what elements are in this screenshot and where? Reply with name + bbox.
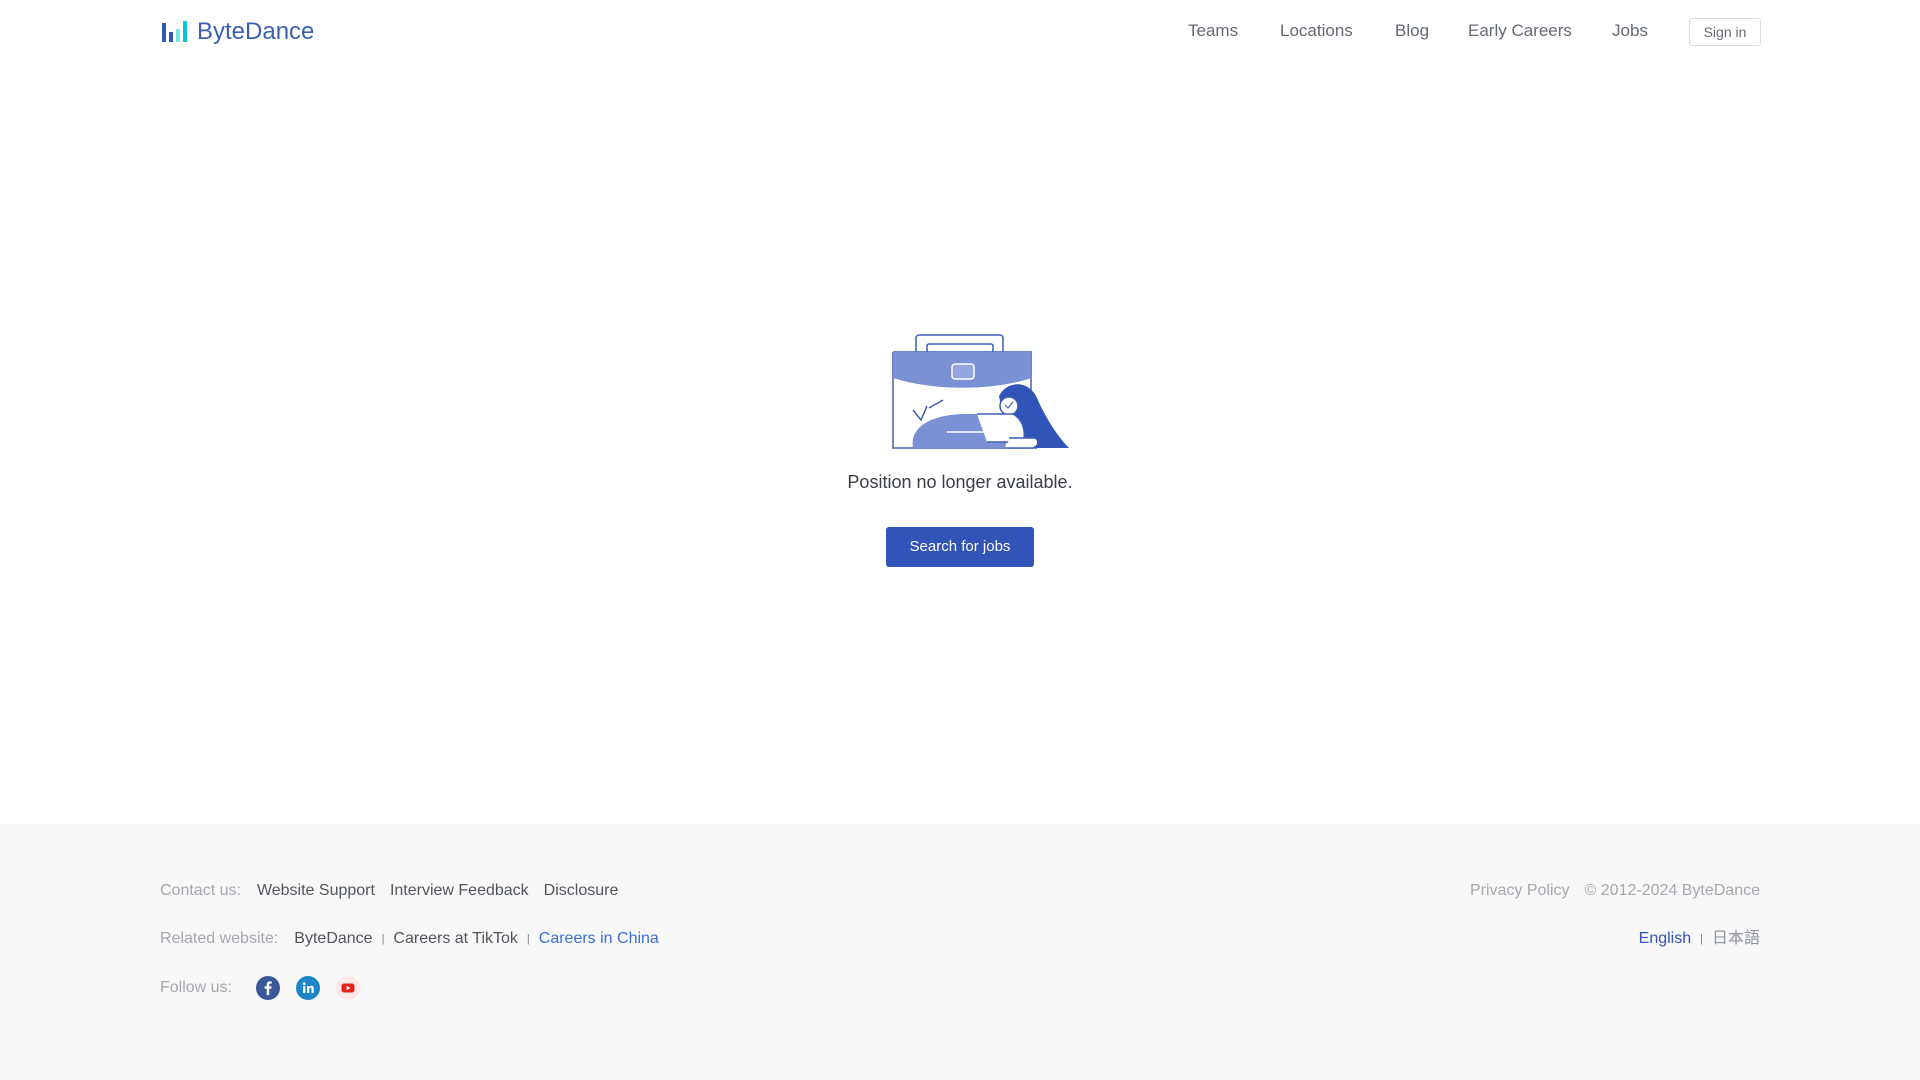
nav-item-blog[interactable]: Blog (1395, 19, 1429, 43)
related-website-label: Related website: (160, 930, 279, 947)
follow-us-label: Follow us: (160, 979, 233, 996)
website-support-link[interactable]: Website Support (257, 880, 375, 902)
separator: | (381, 933, 385, 945)
nav-item-early-careers[interactable]: Early Careers (1468, 19, 1572, 43)
youtube-glyph (341, 983, 355, 993)
contact-label: Contact us: (160, 882, 241, 899)
search-for-jobs-button[interactable]: Search for jobs (886, 527, 1034, 567)
separator: | (526, 933, 530, 945)
nav-item-jobs[interactable]: Jobs (1612, 19, 1648, 43)
youtube-icon[interactable] (336, 976, 361, 1000)
language-english[interactable]: English (1639, 928, 1691, 950)
disclosure-link[interactable]: Disclosure (544, 880, 619, 902)
related-website-row: Related website: ByteDance | Careers at … (160, 928, 659, 950)
facebook-glyph (264, 981, 272, 995)
site-header: ByteDance Teams Locations Blog Early Car… (0, 0, 1920, 64)
empty-briefcase-illustration (892, 334, 1069, 449)
contact-row: Contact us: Website Support Interview Fe… (160, 880, 618, 902)
careers-at-tiktok-link[interactable]: Careers at TikTok (393, 928, 517, 950)
careers-in-china-link[interactable]: Careers in China (539, 928, 659, 950)
facebook-icon[interactable] (256, 976, 281, 1000)
language-switcher: English | 日本語 (1639, 928, 1760, 950)
nav-item-teams[interactable]: Teams (1188, 19, 1238, 43)
linkedin-icon[interactable] (296, 976, 321, 1000)
legal-row: Privacy Policy © 2012-2024 ByteDance (1470, 880, 1760, 902)
interview-feedback-link[interactable]: Interview Feedback (390, 880, 529, 902)
bytedance-site-link[interactable]: ByteDance (294, 928, 372, 950)
privacy-policy-link[interactable]: Privacy Policy (1470, 880, 1570, 902)
follow-us-row: Follow us: (160, 976, 376, 1000)
nav-item-locations[interactable]: Locations (1280, 19, 1353, 43)
language-japanese[interactable]: 日本語 (1712, 928, 1760, 950)
linkedin-glyph (302, 982, 314, 993)
sign-in-button[interactable]: Sign in (1689, 18, 1761, 46)
separator: | (1700, 933, 1703, 945)
main-nav: Teams Locations Blog Early Careers Jobs (0, 19, 1920, 45)
position-unavailable-message: Position no longer available. (847, 472, 1073, 492)
site-footer: Contact us: Website Support Interview Fe… (0, 824, 1920, 1080)
copyright-text: © 2012-2024 ByteDance (1584, 882, 1760, 899)
